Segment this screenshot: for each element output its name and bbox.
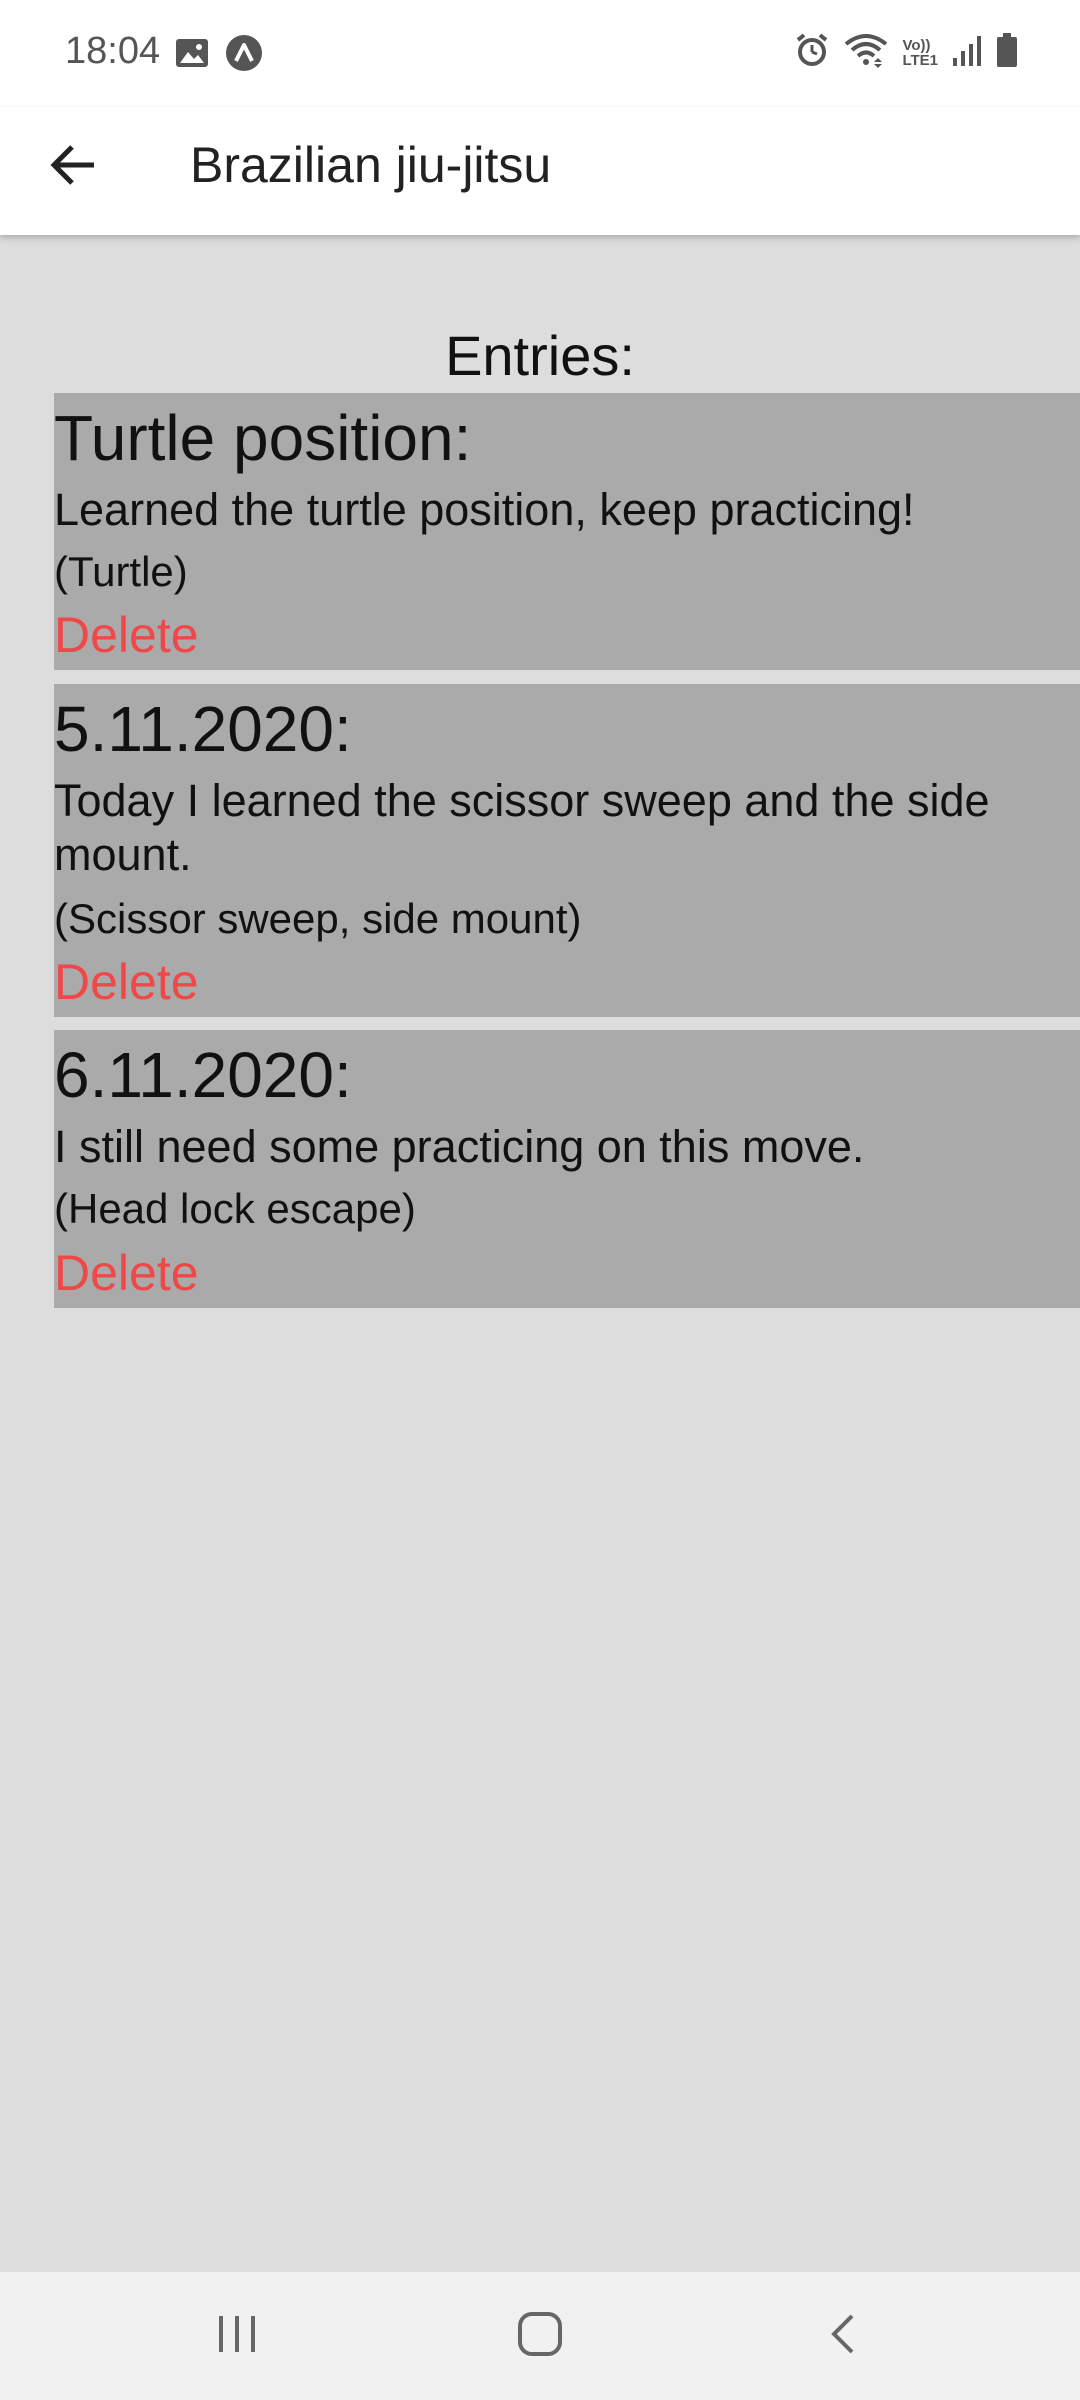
status-right-icons: Vo)) LTE1 (794, 32, 1018, 73)
volte-label: Vo)) (902, 36, 931, 54)
home-icon (517, 2311, 563, 2362)
system-nav-bar (0, 2272, 1080, 2400)
alarm-icon (794, 32, 830, 73)
entry-card: 6.11.2020: I still need some practicing … (54, 1030, 1080, 1308)
entry-tags: (Head lock escape) (54, 1185, 416, 1232)
recent-apps-icon (215, 2314, 259, 2359)
back-nav-icon (828, 2312, 858, 2361)
battery-icon (996, 32, 1018, 73)
recent-apps-button[interactable] (192, 2296, 282, 2376)
back-button[interactable] (38, 131, 110, 203)
entry-card: 5.11.2020: Today I learned the scissor s… (54, 684, 1080, 1017)
entry-title: 6.11.2020: (54, 1039, 352, 1111)
entry-text: Learned the turtle position, keep practi… (54, 484, 915, 535)
entry-tags: (Scissor sweep, side mount) (54, 895, 582, 942)
entry-text: I still need some practicing on this mov… (54, 1121, 865, 1172)
status-bar: 18:04 Vo)) LTE1 (0, 0, 1080, 107)
app-bar: Brazilian jiu-jitsu (0, 107, 1080, 235)
delete-button[interactable]: Delete (54, 953, 199, 1011)
page-title: Brazilian jiu-jitsu (190, 137, 552, 193)
image-icon (175, 38, 209, 73)
signal-icon (952, 34, 982, 71)
lte-label: LTE1 (902, 51, 938, 69)
arrow-left-icon (50, 143, 98, 192)
entry-tags: (Turtle) (54, 548, 188, 595)
entry-text: Today I learned the scissor sweep and th… (54, 775, 990, 880)
status-time: 18:04 (65, 30, 161, 72)
entry-title: Turtle position: (54, 402, 472, 474)
entry-card: Turtle position: Learned the turtle posi… (54, 393, 1080, 670)
app-a-icon (225, 34, 263, 77)
status-left-icons (175, 34, 263, 77)
home-button[interactable] (495, 2296, 585, 2376)
wifi-icon (844, 32, 888, 73)
entry-title: 5.11.2020: (54, 693, 352, 765)
delete-button[interactable]: Delete (54, 606, 199, 664)
entries-heading: Entries: (445, 324, 635, 387)
volte-icon: Vo)) LTE1 (902, 38, 938, 68)
back-nav-button[interactable] (798, 2296, 888, 2376)
delete-button[interactable]: Delete (54, 1244, 199, 1302)
